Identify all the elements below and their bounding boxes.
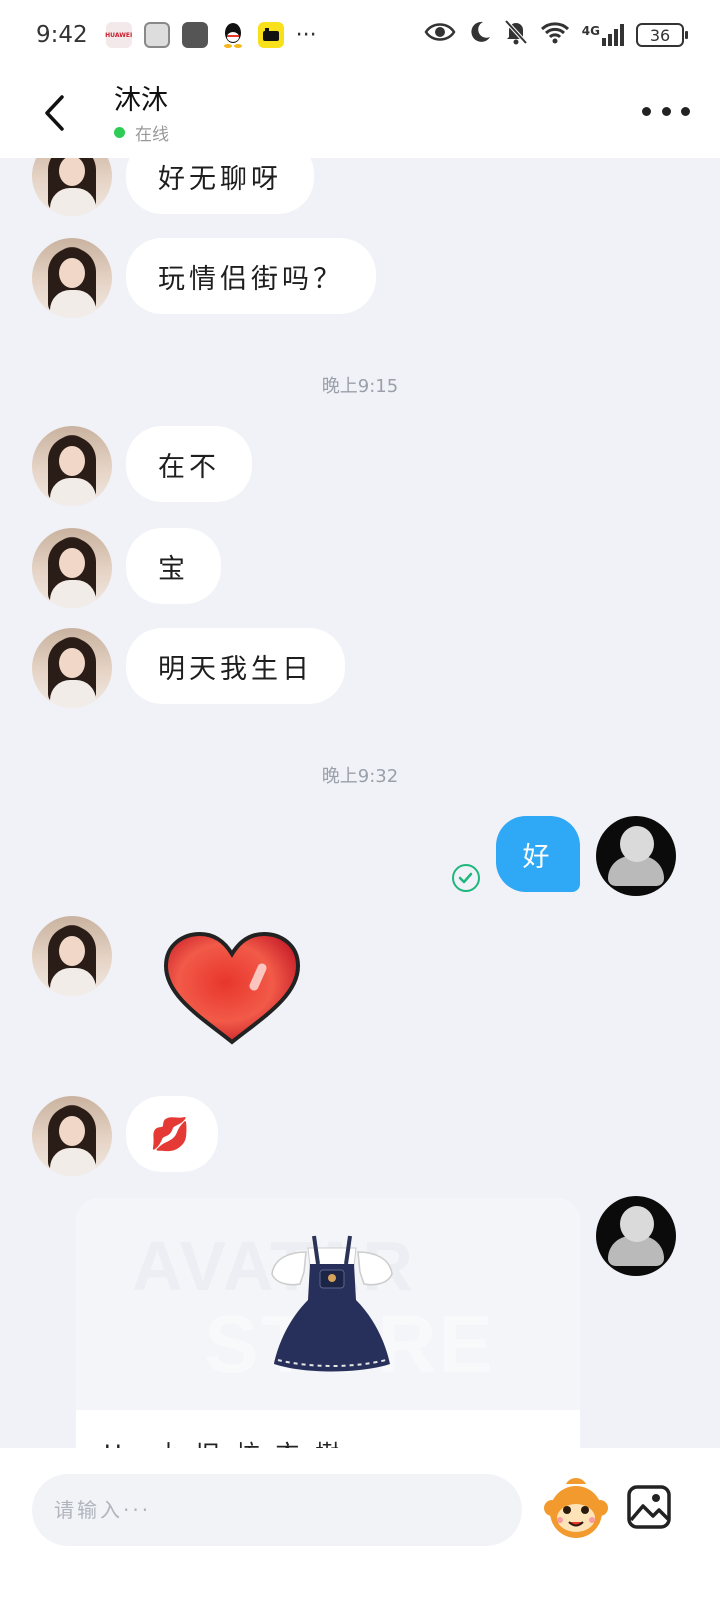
message-bubble[interactable]: 好无聊呀 (126, 158, 314, 214)
game-app-icon (181, 22, 208, 48)
my-avatar[interactable] (596, 1196, 676, 1276)
card-caption: Ug.小 旧 坊 衣 樹 (104, 1434, 343, 1448)
message-bubble[interactable]: 明天我生日 (126, 628, 345, 704)
huawei-label: HUAWEI (105, 31, 133, 39)
network-type-label: 4G (581, 24, 600, 38)
eye-icon (424, 21, 456, 49)
contact-avatar[interactable] (32, 1096, 112, 1176)
avatar-store-card[interactable]: AVATAR STORE Ug.小 旧 坊 衣 樹 (76, 1198, 580, 1448)
more-notifications-indicator: ··· (295, 22, 317, 48)
my-avatar[interactable] (596, 816, 676, 896)
dress-icon (271, 1235, 393, 1372)
read-check-icon (452, 864, 480, 892)
contact-avatar[interactable] (32, 528, 112, 608)
chevron-left-icon (45, 95, 64, 131)
contact-avatar[interactable] (32, 158, 112, 216)
dot-icon (642, 106, 651, 116)
monkey-mascot-icon (544, 1478, 608, 1538)
chat-message-list[interactable]: 好无聊呀 玩情侣街吗？ 晚上9:15 在不 宝 明天我生日 晚上9:32 好 💋 (0, 158, 720, 1448)
timestamp-label: 晚上9:32 (321, 766, 399, 787)
contact-name[interactable]: 沐沐 (114, 78, 168, 117)
contact-avatar[interactable] (32, 426, 112, 506)
photo-app-icon (143, 22, 170, 48)
card-image: AVATAR STORE (76, 1198, 580, 1410)
wifi-icon (540, 20, 570, 50)
emoji-bubble[interactable]: 💋 (126, 1096, 218, 1172)
my-message-bubble[interactable]: 好 (496, 816, 580, 892)
video-app-icon (257, 22, 284, 48)
contact-avatar[interactable] (32, 916, 112, 996)
huawei-app-icon: HUAWEI (105, 22, 133, 48)
signal-icon: 4G (582, 24, 624, 46)
contact-avatar[interactable] (32, 238, 112, 318)
message-input[interactable] (32, 1474, 522, 1546)
back-button[interactable] (34, 88, 74, 138)
status-bar: 9:42 HUAWEI ··· 4G 36 (0, 0, 720, 70)
timestamp-label: 晚上9:15 (321, 376, 399, 397)
chat-header: 沐沐 在线 (0, 70, 720, 158)
more-options-button[interactable] (642, 96, 690, 126)
moon-icon (468, 20, 492, 50)
status-time: 9:42 (36, 22, 88, 48)
battery-indicator: 36 (636, 23, 688, 47)
mute-bell-icon (504, 19, 528, 51)
online-status-text: 在线 (135, 125, 169, 145)
online-dot-icon (114, 127, 125, 138)
dot-icon (661, 106, 671, 116)
qq-icon (220, 22, 246, 48)
message-bubble[interactable]: 玩情侣街吗？ (126, 238, 376, 314)
message-bubble[interactable]: 宝 (126, 528, 221, 604)
contact-avatar[interactable] (32, 628, 112, 708)
image-icon (627, 1485, 671, 1529)
dot-icon (681, 106, 690, 116)
sticker-button[interactable] (542, 1474, 610, 1542)
message-bubble[interactable]: 在不 (126, 426, 252, 502)
bottom-input-bar (0, 1448, 720, 1600)
image-picker-button[interactable] (626, 1484, 672, 1530)
online-status: 在线 (114, 120, 169, 145)
status-left: 9:42 HUAWEI ··· (36, 22, 317, 48)
battery-level: 36 (649, 25, 671, 45)
heart-sticker-icon[interactable] (162, 930, 302, 1046)
status-right: 4G 36 (424, 19, 688, 51)
